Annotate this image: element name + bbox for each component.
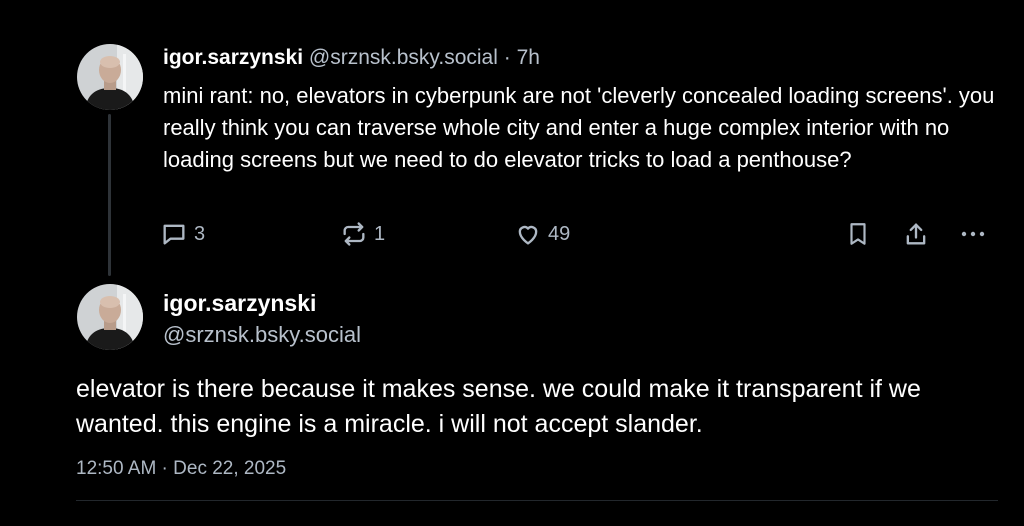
post-age[interactable]: 7h — [517, 46, 540, 69]
repost-icon — [340, 220, 368, 248]
more-options-button[interactable] — [958, 218, 988, 250]
avatar[interactable] — [77, 284, 143, 350]
reply-bubble-icon — [160, 220, 188, 248]
post-header: igor.sarzynski @srznsk.bsky.social · 7h — [163, 44, 540, 72]
display-name[interactable]: igor.sarzynski — [163, 46, 303, 69]
post-timestamp[interactable]: 12:50 AM · Dec 22, 2025 — [76, 456, 286, 482]
display-name[interactable]: igor.sarzynski — [163, 289, 316, 317]
avatar[interactable] — [77, 44, 143, 110]
meta-separator: · — [503, 46, 511, 69]
bookmark-icon — [845, 220, 871, 248]
thread-line — [108, 114, 111, 276]
reply-count: 3 — [194, 222, 206, 245]
like-count: 49 — [548, 222, 571, 245]
handle[interactable]: @srznsk.bsky.social — [163, 321, 361, 349]
divider — [76, 500, 998, 501]
post-actions: 3 1 49 — [160, 218, 1000, 250]
repost-button[interactable]: 1 — [340, 218, 385, 250]
post-text: elevator is there because it makes sense… — [76, 375, 921, 438]
share-icon — [902, 220, 930, 248]
share-button[interactable] — [902, 218, 930, 250]
like-button[interactable]: 49 — [514, 218, 570, 250]
heart-icon — [514, 220, 542, 248]
reply-button[interactable]: 3 — [160, 218, 205, 250]
repost-count: 1 — [374, 222, 386, 245]
more-dots-icon — [958, 220, 988, 248]
post-text: mini rant: no, elevators in cyberpunk ar… — [163, 83, 995, 172]
bookmark-button[interactable] — [845, 218, 871, 250]
handle[interactable]: @srznsk.bsky.social — [309, 46, 498, 69]
